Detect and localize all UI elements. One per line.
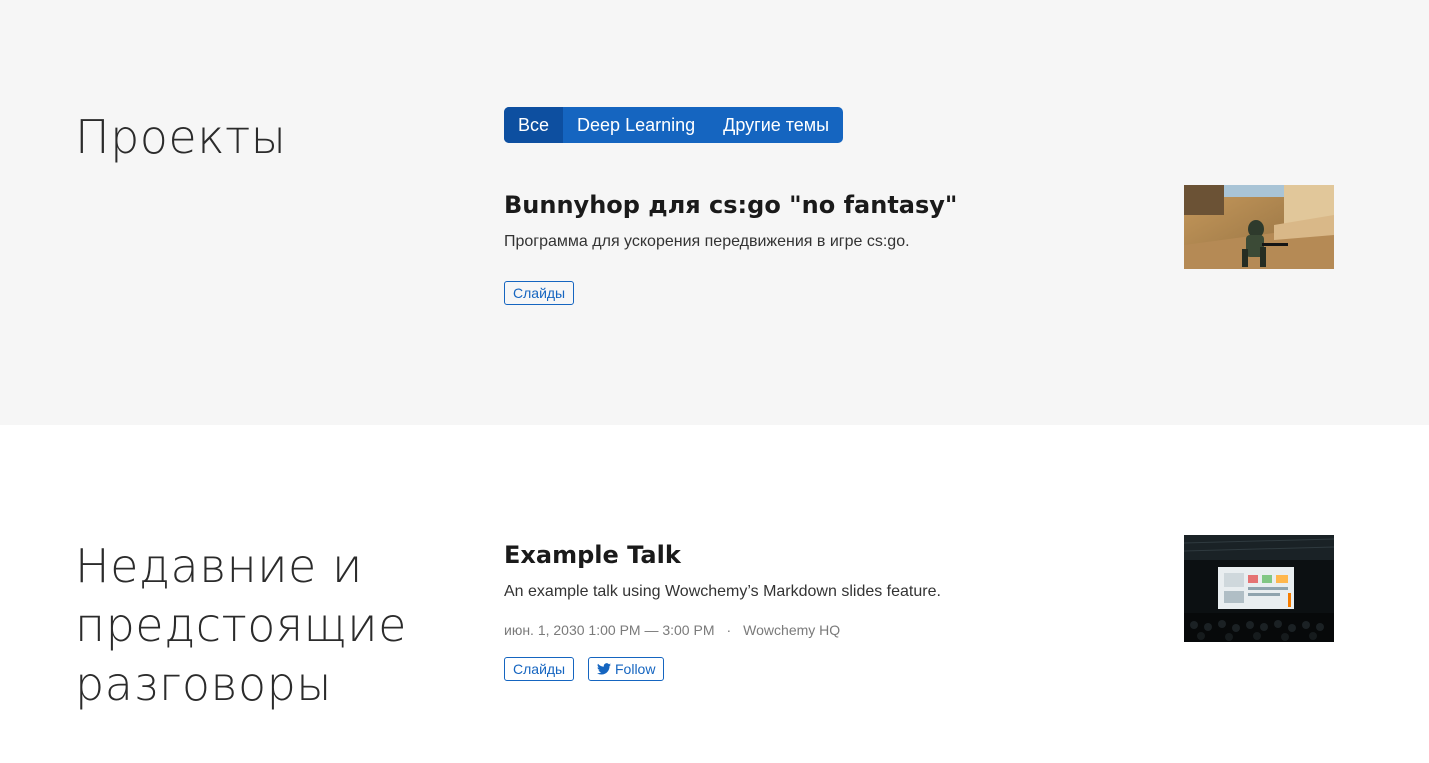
talk-date: июн. 1, 2030 1:00 PM — 3:00 PM (504, 622, 715, 638)
talk-follow-button[interactable]: Follow (588, 657, 665, 681)
talk-location: Wowchemy HQ (743, 622, 841, 638)
filter-deep-learning-button[interactable]: Deep Learning (563, 107, 709, 143)
project-filter-group: Все Deep Learning Другие темы (504, 107, 844, 143)
filter-all-button[interactable]: Все (504, 107, 564, 143)
twitter-icon (597, 663, 611, 675)
talk-summary: An example talk using Wowchemy’s Markdow… (504, 583, 941, 600)
project-title-link[interactable]: Bunnyhop для cs:go "no fantasy" (504, 190, 957, 220)
game-screenshot-image (1184, 185, 1334, 269)
meta-separator: · (726, 622, 732, 638)
projects-section-title: Проекты (75, 110, 287, 164)
talks-section-title: Недавние и предстоящие разговоры (75, 539, 407, 711)
projects-section: Проекты Все Deep Learning Другие темы Bu… (0, 0, 1429, 425)
talk-slides-button[interactable]: Слайды (504, 657, 575, 681)
talk-thumbnail[interactable] (1184, 535, 1334, 642)
project-summary: Программа для ускорения передвижения в и… (504, 233, 910, 250)
project-thumbnail[interactable] (1184, 185, 1334, 269)
conference-talk-image (1184, 535, 1334, 642)
follow-label: Follow (615, 661, 656, 677)
talk-meta: июн. 1, 2030 1:00 PM — 3:00 PM · Wowchemy … (504, 621, 840, 639)
talk-title-link[interactable]: Example Talk (504, 540, 681, 570)
filter-other-topics-button[interactable]: Другие темы (709, 107, 843, 143)
project-slides-button[interactable]: Слайды (504, 281, 575, 305)
